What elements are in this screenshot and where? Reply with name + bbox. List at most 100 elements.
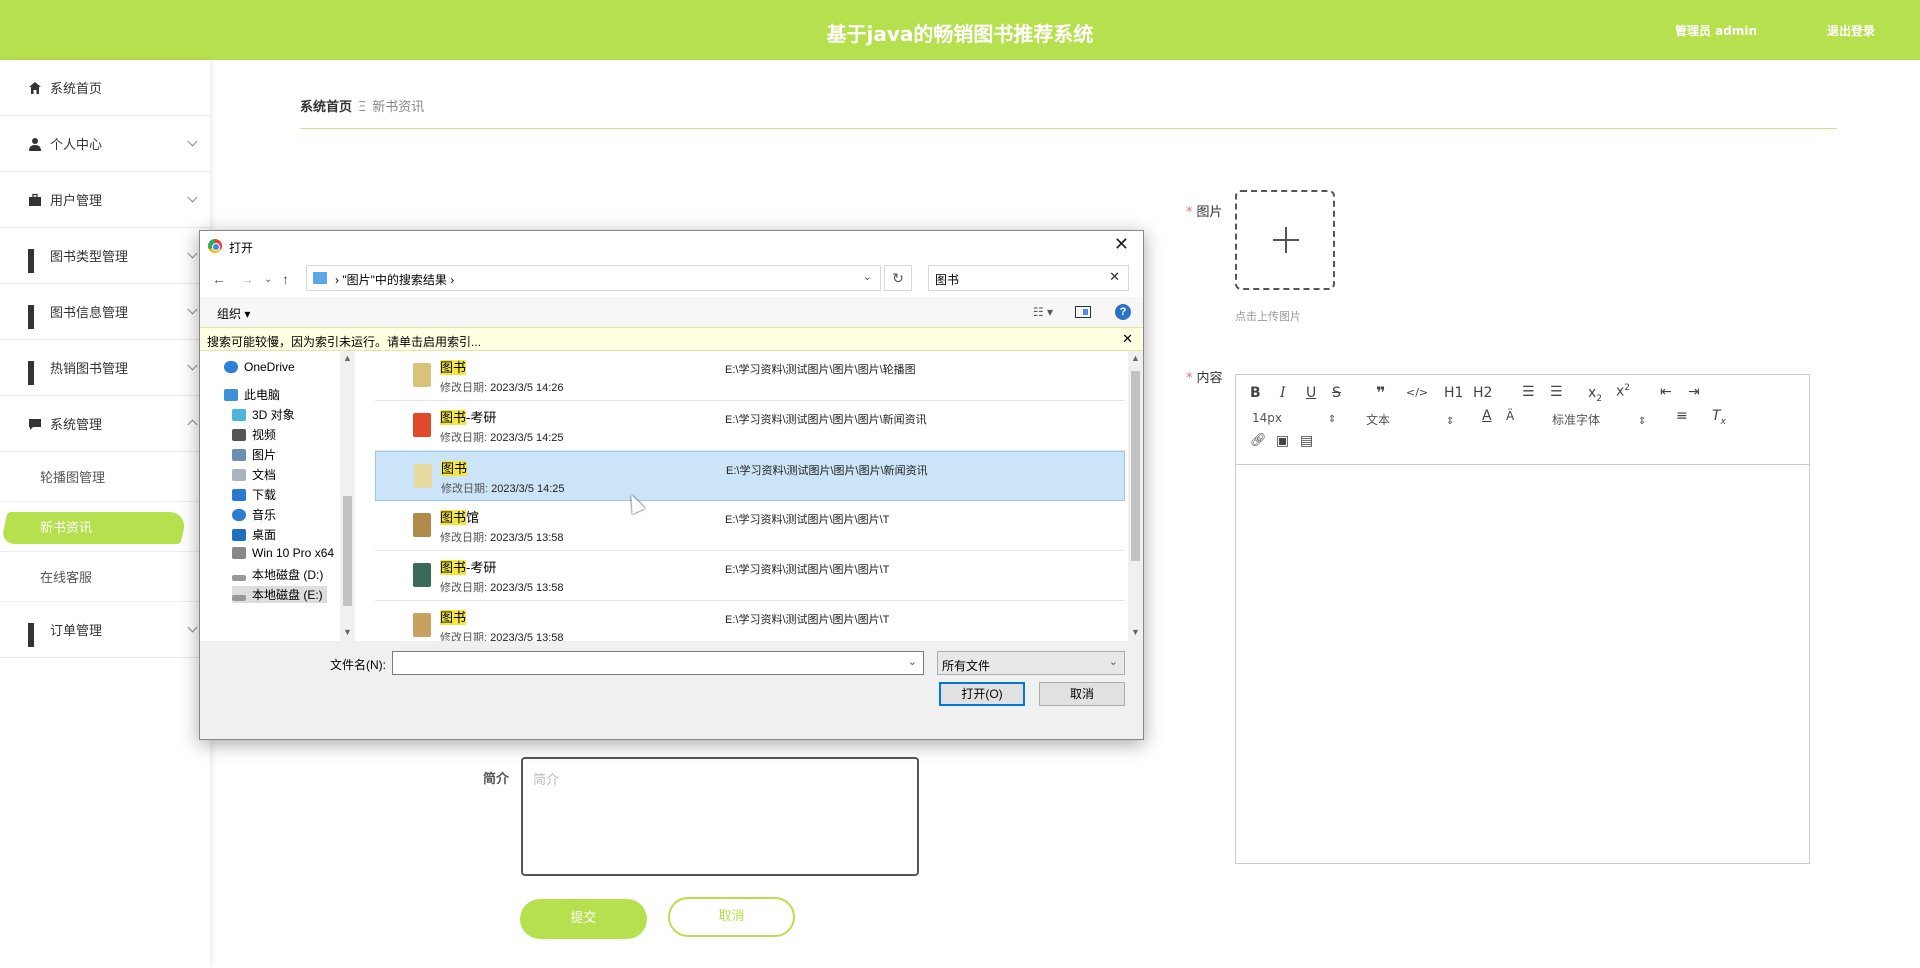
search-input[interactable]: 图书 ✕	[928, 265, 1129, 291]
intro-textarea[interactable]: 简介	[521, 757, 919, 876]
link-icon[interactable]: 🔗︎	[1250, 433, 1267, 448]
tree-item-downloads[interactable]: 下载	[232, 486, 276, 503]
chat-icon	[29, 418, 41, 430]
image-icon[interactable]: ▣	[1276, 433, 1289, 449]
file-type-select[interactable]: 所有文件 ⌄	[937, 651, 1125, 675]
forward-icon[interactable]: →	[240, 271, 254, 287]
tree-item-drive-d[interactable]: 本地磁盘 (D:)	[232, 566, 323, 583]
italic-button[interactable]: I	[1280, 385, 1286, 401]
tree-item-pictures[interactable]: 图片	[232, 446, 276, 463]
tree-item-music[interactable]: 音乐	[232, 506, 276, 523]
file-path: E:\学习资料\测试图片\图片\图片\新闻资讯	[725, 414, 927, 426]
back-icon[interactable]: ←	[212, 271, 226, 287]
chevron-down-icon	[187, 360, 198, 371]
indent-icon[interactable]: ⇥	[1688, 384, 1700, 400]
dialog-cancel-button[interactable]: 取消	[1039, 682, 1125, 706]
address-bar[interactable]: › "图片"中的搜索结果 › ⌄	[306, 265, 881, 291]
scroll-down-icon[interactable]: ▼	[343, 627, 352, 637]
h1-button[interactable]: H1	[1444, 385, 1463, 401]
clear-search-icon[interactable]: ✕	[1109, 269, 1120, 285]
quote-button[interactable]: ❞	[1376, 383, 1385, 402]
scroll-thumb[interactable]	[1131, 371, 1140, 561]
strike-button[interactable]: S	[1332, 385, 1341, 401]
close-icon[interactable]: ✕	[1122, 331, 1133, 347]
sidebar-subitem-service[interactable]: 在线客服	[0, 552, 210, 602]
file-row[interactable]: 图书 修改日期: 2023/3/5 13:58 E:\学习资料\测试图片\图片\…	[375, 601, 1125, 641]
sidebar-subitem-carousel[interactable]: 轮播图管理	[0, 452, 210, 502]
subscript-icon[interactable]: x2	[1588, 385, 1602, 404]
tree-item-this-pc[interactable]: 此电脑	[224, 386, 280, 403]
tree-item-drive-c[interactable]: Win 10 Pro x64	[232, 546, 334, 560]
sidebar-item-system[interactable]: 系统管理	[0, 396, 210, 452]
submit-button[interactable]: 提交	[520, 899, 647, 939]
file-row[interactable]: 图书 修改日期: 2023/3/5 14:26 E:\学习资料\测试图片\图片\…	[375, 351, 1125, 401]
tree-item-3d[interactable]: 3D 对象	[232, 406, 295, 423]
font-color-icon[interactable]: A	[1482, 408, 1492, 424]
file-name: 图书-考研	[440, 560, 497, 575]
home-icon	[29, 81, 41, 94]
font-size-select[interactable]: 14px ⇕	[1252, 411, 1336, 425]
chevron-down-icon: ⌄	[1108, 656, 1118, 668]
tree-item-onedrive[interactable]: OneDrive	[224, 360, 295, 374]
clear-format-icon[interactable]: Tx	[1712, 408, 1726, 427]
bold-button[interactable]: B	[1250, 385, 1261, 401]
app-title: 基于java的畅销图书推荐系统	[826, 22, 1094, 46]
video-icon[interactable]: ▤	[1300, 433, 1313, 449]
current-user[interactable]: 管理员 admin	[1675, 22, 1757, 39]
refresh-icon[interactable]: ↻	[884, 265, 912, 291]
open-button[interactable]: 打开(O)	[939, 682, 1025, 706]
file-row[interactable]: 图书-考研 修改日期: 2023/3/5 14:25 E:\学习资料\测试图片\…	[375, 401, 1125, 451]
cancel-button[interactable]: 取消	[668, 897, 795, 937]
underline-button[interactable]: U	[1306, 385, 1316, 401]
recent-dropdown-icon[interactable]: ⌄	[264, 274, 272, 285]
h2-button[interactable]: H2	[1473, 385, 1492, 401]
tree-item-drive-e[interactable]: 本地磁盘 (E:)	[232, 586, 327, 603]
sidebar-item-hot-books[interactable]: 热销图书管理	[0, 340, 210, 396]
outdent-icon[interactable]: ⇤	[1660, 384, 1672, 400]
ordered-list-icon[interactable]: ☰	[1522, 384, 1535, 400]
tree-item-desktop[interactable]: 桌面	[232, 526, 276, 543]
file-path: E:\学习资料\测试图片\图片\图片\T	[725, 564, 890, 576]
bullet-list-icon[interactable]: ☰	[1550, 384, 1563, 400]
preview-pane-icon[interactable]	[1075, 306, 1091, 318]
superscript-icon[interactable]: x2	[1616, 383, 1630, 400]
help-icon[interactable]: ?	[1115, 304, 1131, 320]
file-row[interactable]: 图书馆 修改日期: 2023/3/5 13:58 E:\学习资料\测试图片\图片…	[375, 501, 1125, 551]
background-color-icon[interactable]: Ä	[1506, 409, 1514, 423]
dialog-command-bar: 组织 ▾ ☷ ▾ ?	[200, 297, 1143, 327]
organize-menu[interactable]: 组织 ▾	[217, 305, 250, 322]
sidebar-item-label: 热销图书管理	[50, 362, 129, 377]
tree-item-videos[interactable]: 视频	[232, 426, 276, 443]
briefcase-icon	[29, 193, 41, 206]
file-list-scrollbar[interactable]: ▲ ▼	[1128, 351, 1143, 641]
sidebar-item-profile[interactable]: 个人中心	[0, 116, 210, 172]
sidebar-item-book-types[interactable]: 图书类型管理	[0, 228, 210, 284]
scroll-up-icon[interactable]: ▲	[1131, 353, 1140, 363]
font-family-select[interactable]: 标准字体 ⇕	[1552, 411, 1646, 428]
code-button[interactable]: </>	[1406, 386, 1428, 399]
sidebar-item-home[interactable]: 系统首页	[0, 60, 210, 116]
close-icon[interactable]: ✕	[1114, 234, 1129, 255]
sidebar-item-orders[interactable]: 订单管理	[0, 602, 210, 658]
view-options-icon[interactable]: ☷ ▾	[1033, 305, 1053, 319]
file-row-selected[interactable]: 图书 修改日期: 2023/3/5 14:25 E:\学习资料\测试图片\图片\…	[375, 451, 1125, 501]
scroll-thumb[interactable]	[343, 496, 352, 606]
scroll-up-icon[interactable]: ▲	[343, 353, 352, 363]
tree-scrollbar[interactable]: ▲ ▼	[340, 351, 355, 641]
image-upload[interactable]	[1235, 190, 1335, 290]
breadcrumb-home[interactable]: 系统首页	[300, 100, 352, 115]
chevron-down-icon[interactable]: ⌄	[863, 270, 872, 283]
align-icon[interactable]: ≡	[1676, 408, 1688, 424]
tree-item-documents[interactable]: 文档	[232, 466, 276, 483]
index-info-bar[interactable]: 搜索可能较慢，因为索引未运行。请单击启用索引... ✕	[200, 327, 1143, 351]
sidebar-subitem-news[interactable]: 新书资讯	[0, 502, 210, 552]
file-row[interactable]: 图书-考研 修改日期: 2023/3/5 13:58 E:\学习资料\测试图片\…	[375, 551, 1125, 601]
chevron-down-icon[interactable]: ⌄	[908, 655, 917, 668]
sidebar-item-book-info[interactable]: 图书信息管理	[0, 284, 210, 340]
scroll-down-icon[interactable]: ▼	[1131, 627, 1140, 637]
filename-input[interactable]: ⌄	[392, 651, 924, 675]
up-icon[interactable]: ↑	[282, 271, 289, 287]
sidebar-item-users[interactable]: 用户管理	[0, 172, 210, 228]
logout-link[interactable]: 退出登录	[1827, 22, 1875, 39]
block-type-select[interactable]: 文本 ⇕	[1366, 411, 1454, 428]
